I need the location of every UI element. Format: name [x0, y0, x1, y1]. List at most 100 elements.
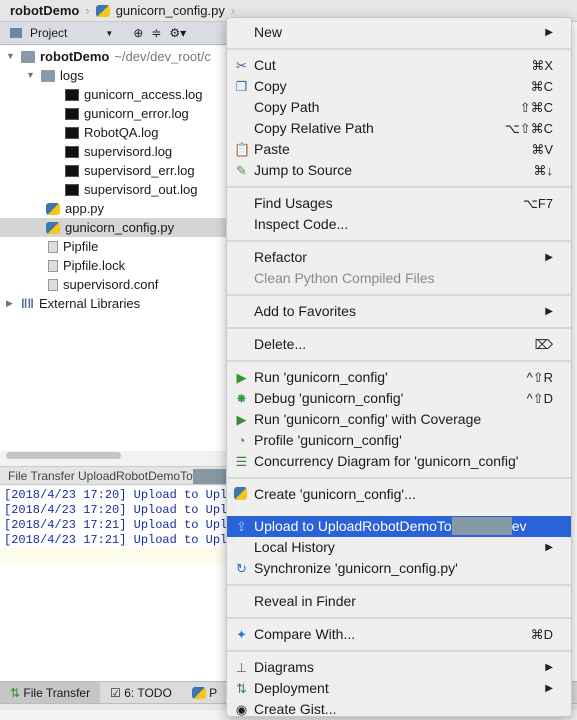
menu-new[interactable]: New ▶ — [227, 22, 571, 43]
tab-todo[interactable]: ☑ 6: TODO — [100, 682, 182, 704]
scissors-icon: ✂ — [236, 58, 247, 73]
menu-debug[interactable]: ✸ Debug 'gunicorn_config' ^⇧D — [227, 388, 571, 409]
menu-diagrams[interactable]: ⊥ Diagrams ▶ — [227, 657, 571, 678]
project-toolbar: Project ▼ ⊕ ≑ ⚙▾ — [0, 22, 230, 45]
tree-file-selected[interactable]: gunicorn_config.py — [0, 218, 230, 237]
menu-separator — [227, 181, 571, 193]
menu-upload[interactable]: ⇪ Upload to UploadRobotDemoTo ev — [227, 516, 571, 537]
log-line: [2018/4/23 17:21] Upload to Uplo — [4, 518, 235, 532]
edit-icon: ✎ — [236, 163, 247, 178]
file-label: Pipfile — [63, 239, 99, 254]
tree-file[interactable]: supervisord.conf — [0, 275, 230, 294]
menu-run-coverage[interactable]: ▶ Run 'gunicorn_config' with Coverage — [227, 409, 571, 430]
menu-separator — [227, 645, 571, 657]
menu-label: Add to Favorites — [254, 303, 356, 319]
menu-add-to-favorites[interactable]: Add to Favorites ▶ — [227, 301, 571, 322]
redacted-block — [192, 469, 230, 484]
menu-run[interactable]: ▶ Run 'gunicorn_config' ^⇧R — [227, 367, 571, 388]
menu-shortcut: ⌘↓ — [533, 163, 554, 178]
menu-copy[interactable]: ❐ Copy ⌘C — [227, 76, 571, 97]
menu-jump-to-source[interactable]: ✎ Jump to Source ⌘↓ — [227, 160, 571, 181]
menu-shortcut: ^⇧R — [526, 370, 553, 385]
menu-shortcut: ⌘V — [531, 142, 553, 157]
menu-shortcut: ⌦ — [534, 337, 553, 352]
menu-synchronize[interactable]: ↻ Synchronize 'gunicorn_config.py' — [227, 558, 571, 579]
paste-icon: 📋 — [234, 142, 251, 157]
tree-file[interactable]: RobotQA.log — [0, 123, 230, 142]
collapse-arrow-icon[interactable]: ▶ — [6, 294, 16, 313]
menu-paste[interactable]: 📋 Paste ⌘V — [227, 139, 571, 160]
root-path: ~/dev/dev_root/c — [114, 49, 211, 64]
menu-separator — [227, 235, 571, 247]
file-label: RobotQA.log — [84, 125, 159, 140]
tree-file[interactable]: gunicorn_access.log — [0, 85, 230, 104]
file-transfer-log: [2018/4/23 17:20] Upload to Uplo [2018/4… — [0, 486, 234, 681]
tree-file[interactable]: supervisord.log — [0, 142, 230, 161]
menu-delete[interactable]: Delete... ⌦ — [227, 334, 571, 355]
chevron-right-icon: › — [85, 3, 90, 18]
tree-file[interactable]: supervisord_out.log — [0, 180, 230, 199]
menu-find-usages[interactable]: Find Usages ⌥F7 — [227, 193, 571, 214]
menu-label: Paste — [254, 141, 290, 157]
menu-profile[interactable]: ◔ Profile 'gunicorn_config' — [227, 430, 571, 451]
menu-shortcut: ⌘D — [530, 627, 553, 642]
submenu-arrow-icon: ▶ — [545, 306, 553, 317]
menu-refactor[interactable]: Refactor ▶ — [227, 247, 571, 268]
menu-label: Delete... — [254, 336, 307, 352]
menu-separator — [227, 322, 571, 334]
menu-copy-path[interactable]: Copy Path ⇧⌘C — [227, 97, 571, 118]
tree-external-libraries[interactable]: ▶ ‖‖ External Libraries — [0, 294, 230, 313]
breadcrumb-file[interactable]: gunicorn_config.py — [116, 3, 225, 18]
tree-file[interactable]: Pipfile.lock — [0, 256, 230, 275]
gear-icon[interactable]: ⚙▾ — [169, 26, 186, 40]
file-label: supervisord.log — [84, 144, 173, 159]
redacted-block — [451, 517, 512, 535]
menu-concurrency-diagram[interactable]: ☰ Concurrency Diagram for 'gunicorn_confi… — [227, 451, 571, 472]
menu-reveal-in-finder[interactable]: Reveal in Finder — [227, 591, 571, 612]
project-view-selector[interactable]: Project — [30, 26, 67, 40]
menu-label: Run 'gunicorn_config' with Coverage — [254, 411, 482, 427]
project-tree: ▼ robotDemo ~/dev/dev_root/c ▼ logs gunicor… — [0, 46, 230, 451]
collapse-icon[interactable]: ≑ — [151, 26, 161, 40]
menu-separator — [227, 472, 571, 484]
expand-arrow-icon[interactable]: ▼ — [26, 66, 36, 85]
root-name: robotDemo — [40, 49, 110, 64]
menu-label: Deployment — [254, 680, 329, 696]
file-label: app.py — [65, 201, 105, 216]
menu-separator — [227, 505, 571, 516]
menu-label: ev — [511, 518, 527, 534]
text-file-icon — [48, 259, 58, 272]
tree-file[interactable]: Pipfile — [0, 237, 230, 256]
submenu-arrow-icon: ▶ — [545, 683, 553, 694]
menu-create-config[interactable]: Create 'gunicorn_config'... — [227, 484, 571, 505]
menu-compare-with[interactable]: ✦ Compare With... ⌘D — [227, 624, 571, 645]
menu-cut[interactable]: ✂ Cut ⌘X — [227, 55, 571, 76]
tree-file[interactable]: app.py — [0, 199, 230, 218]
tree-folder-logs[interactable]: ▼ logs — [0, 66, 230, 85]
breadcrumb-project[interactable]: robotDemo — [10, 3, 79, 18]
menu-shortcut: ⌥⇧⌘C — [504, 121, 553, 136]
tree-file[interactable]: gunicorn_error.log — [0, 104, 230, 123]
locate-icon[interactable]: ⊕ — [133, 26, 143, 40]
menu-inspect-code[interactable]: Inspect Code... — [227, 214, 571, 235]
tab-python-console[interactable]: P — [182, 682, 227, 704]
menu-label: Run 'gunicorn_config' — [254, 369, 388, 385]
file-label: supervisord_out.log — [84, 182, 198, 197]
tab-label: 6: TODO — [124, 685, 172, 700]
tree-file[interactable]: supervisord_err.log — [0, 161, 230, 180]
menu-deployment[interactable]: ⇅ Deployment ▶ — [227, 678, 571, 699]
menu-local-history[interactable]: Local History ▶ — [227, 537, 571, 558]
menu-label: Profile 'gunicorn_config' — [254, 432, 402, 448]
menu-copy-relative-path[interactable]: Copy Relative Path ⌥⇧⌘C — [227, 118, 571, 139]
menu-label: New — [254, 24, 283, 40]
file-label: supervisord_err.log — [84, 163, 195, 178]
chevron-down-icon[interactable]: ▼ — [105, 29, 113, 38]
folder-label: logs — [60, 68, 84, 83]
file-label: gunicorn_error.log — [84, 106, 189, 121]
tab-file-transfer[interactable]: ⇅ File Transfer — [0, 681, 101, 704]
menu-separator — [227, 289, 571, 301]
horizontal-scrollbar[interactable] — [6, 452, 121, 459]
menu-label: Compare With... — [254, 626, 356, 642]
tree-root[interactable]: ▼ robotDemo ~/dev/dev_root/c — [0, 47, 230, 66]
expand-arrow-icon[interactable]: ▼ — [6, 47, 16, 66]
